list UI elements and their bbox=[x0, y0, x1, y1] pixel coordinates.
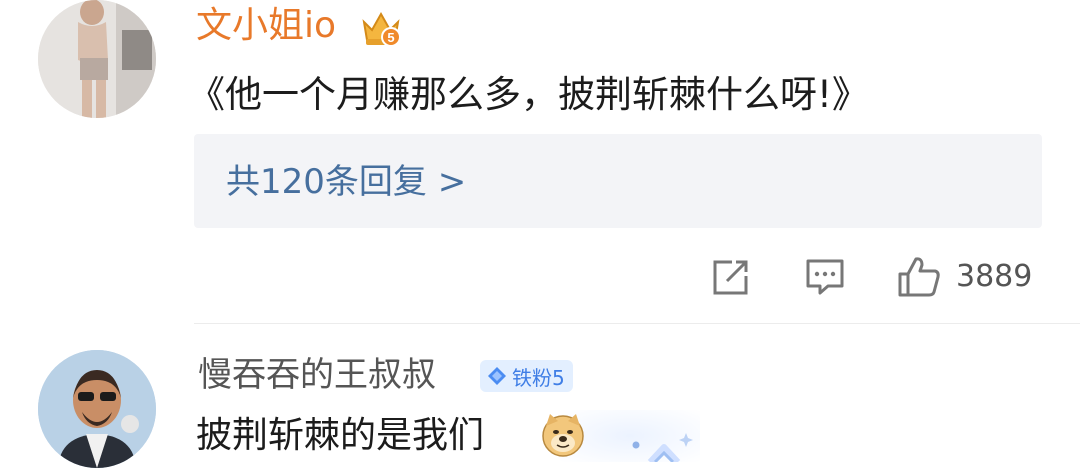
svg-text:5: 5 bbox=[387, 30, 394, 45]
comment-text: 《他一个月赚那么多，披荆斩棘什么呀!》 bbox=[188, 73, 869, 116]
like-button[interactable]: 3889 bbox=[896, 252, 1032, 302]
diamond-icon bbox=[488, 367, 506, 385]
comment-icon bbox=[806, 259, 844, 295]
thumbs-up-icon bbox=[898, 257, 940, 297]
fan-badge[interactable]: 铁粉5 bbox=[480, 360, 573, 392]
avatar[interactable] bbox=[38, 350, 156, 468]
username[interactable]: 文小姐io bbox=[196, 2, 336, 50]
sparkle-decoration-icon bbox=[622, 425, 702, 465]
fan-badge-label: 铁粉5 bbox=[512, 365, 565, 390]
share-button[interactable] bbox=[710, 252, 756, 302]
avatar-illustration bbox=[38, 350, 156, 468]
doge-emoji-icon bbox=[540, 412, 586, 458]
like-count: 3889 bbox=[956, 259, 1033, 294]
username[interactable]: 慢吞吞的王叔叔 bbox=[198, 350, 436, 400]
divider bbox=[194, 323, 1080, 324]
share-icon bbox=[713, 260, 748, 295]
comment-text: 披荆斩棘的是我们 bbox=[196, 415, 485, 456]
avatar[interactable] bbox=[38, 0, 156, 118]
crown-level-badge-icon: 5 bbox=[358, 8, 404, 48]
avatar-photo bbox=[38, 0, 156, 118]
view-replies-link[interactable]: 共120条回复 > bbox=[226, 158, 466, 206]
comment-button[interactable] bbox=[804, 252, 850, 302]
